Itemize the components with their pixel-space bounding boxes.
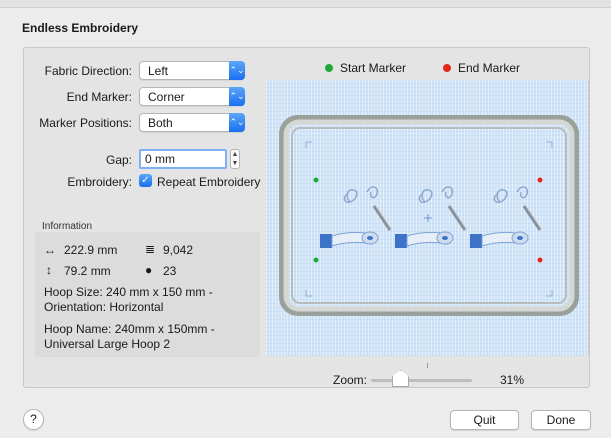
hoop-name-text: Hoop Name: 240mm x 150mm - Universal Lar… [44,322,215,351]
embroidery-motif-2 [395,186,468,248]
sewing-area-corners [305,141,553,297]
embroidery-preview[interactable] [266,80,589,356]
chevron-updown-icon: ⌃⌄ [229,87,245,106]
end-marker-bottom [537,257,543,263]
start-marker-top [313,177,319,183]
zoom-slider-track[interactable] [371,379,472,382]
repeat-embroidery-label: Repeat Embroidery [157,175,261,189]
hoop-edge [291,127,567,304]
center-cross-icon [424,214,432,222]
end-marker-legend: End Marker [443,61,520,75]
fabric-direction-value: Left [148,64,169,78]
start-marker-legend: Start Marker [325,61,406,75]
embroidery-motif-3 [470,186,543,248]
marker-positions-label: Marker Positions: [39,116,132,130]
end-marker-select[interactable]: Corner ⌃⌄ [139,87,245,106]
height-arrows-icon: ↕ [46,263,52,277]
gap-input[interactable]: 0 mm [139,149,227,169]
palette-icon: ● [145,263,153,277]
repeat-embroidery-checkbox[interactable]: ✓ [139,174,152,187]
start-marker-dot-icon [325,64,333,72]
zoom-value: 31% [500,373,525,387]
width-arrows-icon: ↔ [44,243,56,257]
help-button[interactable]: ? [23,409,44,430]
dialog-title: Endless Embroidery [22,21,139,35]
marker-positions-select[interactable]: Both ⌃⌄ [139,113,245,132]
embroidery-label: Embroidery: [67,175,132,189]
gap-label: Gap: [105,153,132,167]
information-heading: Information [42,221,93,232]
done-button[interactable]: Done [531,410,591,430]
chevron-updown-icon: ⌃⌄ [229,61,245,80]
design-width: 222.9 mm [64,243,118,257]
end-marker-label: End Marker: [66,90,132,104]
quit-button[interactable]: Quit [450,410,519,430]
end-marker-top [537,177,543,183]
marker-positions-value: Both [148,116,173,130]
stitch-count-icon: ≣ [145,242,156,256]
fabric-direction-select[interactable]: Left ⌃⌄ [139,61,245,80]
window-top-strip [0,0,611,8]
start-marker-legend-label: Start Marker [340,61,407,75]
start-marker-bottom [313,257,319,263]
zoom-tick-mark [427,363,428,368]
fabric-direction-label: Fabric Direction: [44,64,132,78]
gap-stepper[interactable]: ▲ ▼ [230,149,240,169]
color-count: 23 [163,264,177,278]
end-marker-dot-icon [443,64,451,72]
hoop-preview-svg [279,115,579,316]
stitch-count: 9,042 [163,243,194,257]
design-height: 79.2 mm [64,264,111,278]
end-marker-value: Corner [148,90,185,104]
chevron-updown-icon: ⌃⌄ [229,113,245,132]
hoop-size-text: Hoop Size: 240 mm x 150 mm - Orientation… [44,285,213,314]
end-marker-legend-label: End Marker [458,61,521,75]
zoom-label: Zoom: [333,373,368,387]
embroidery-motif-1 [320,186,393,248]
